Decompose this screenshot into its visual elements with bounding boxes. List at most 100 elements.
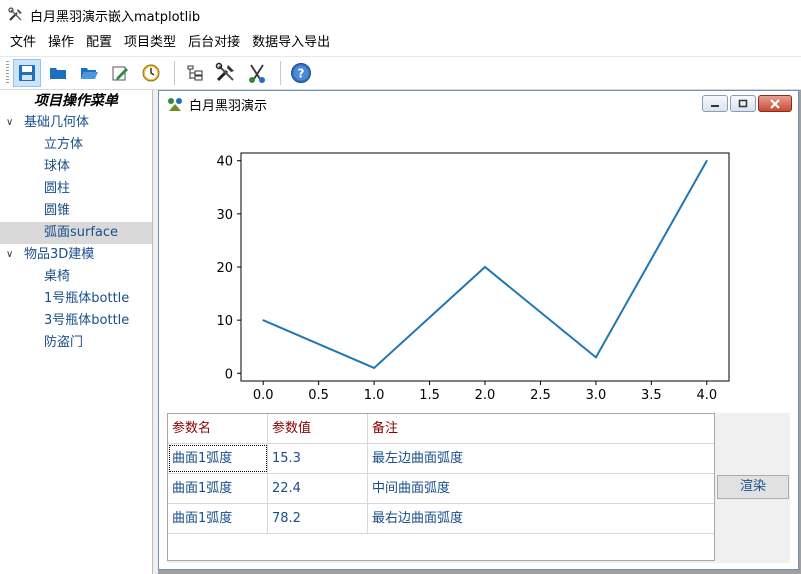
close-button[interactable] [758, 95, 792, 112]
new-folder-button[interactable] [44, 59, 72, 87]
table-cell-note[interactable]: 最右边曲面弧度 [368, 504, 714, 533]
cut-button[interactable] [243, 59, 271, 87]
project-menu-panel: 项目操作菜单 ∨ 基础几何体 立方体 球体 圆柱 圆锥 弧面surface ∨ … [0, 90, 153, 574]
table-cell-name[interactable]: 曲面1弧度 [168, 444, 268, 473]
close-icon [770, 98, 780, 109]
table-cell-value[interactable]: 15.3 [268, 444, 368, 473]
table-cell-name[interactable]: 曲面1弧度 [168, 474, 268, 503]
render-button[interactable]: 渲染 [717, 475, 789, 499]
subwindow-title: 白月黑羽演示 [189, 98, 268, 114]
data-point [262, 319, 264, 321]
toolbar-separator [174, 61, 175, 85]
tree-item-cylinder[interactable]: 圆柱 [0, 178, 152, 200]
menu-backend[interactable]: 后台对接 [182, 32, 246, 54]
window-controls [700, 95, 792, 112]
column-header-name[interactable]: 参数名 [168, 414, 268, 443]
tree-group-basic-geometry[interactable]: ∨ 基础几何体 [0, 112, 152, 134]
app-title: 白月黑羽演示嵌入matplotlib [30, 9, 201, 25]
toolbar-separator [280, 61, 281, 85]
x-tick-label: 1.0 [364, 388, 385, 403]
y-tick-label: 20 [216, 261, 233, 276]
table-cell-value[interactable]: 78.2 [268, 504, 368, 533]
chevron-down-icon[interactable]: ∨ [6, 244, 13, 266]
x-tick-label: 0.5 [308, 388, 329, 403]
toolbar-grip[interactable] [6, 61, 9, 85]
tree-item-cube[interactable]: 立方体 [0, 134, 152, 156]
tools-button[interactable] [212, 59, 240, 87]
data-point [706, 159, 708, 162]
edit-button[interactable] [106, 59, 134, 87]
restore-button[interactable] [730, 95, 756, 112]
svg-text:?: ? [298, 67, 305, 81]
table-cell-name[interactable]: 曲面1弧度 [168, 504, 268, 533]
table-row: 曲面1弧度 22.4 中间曲面弧度 [168, 474, 714, 504]
tree-item-table-chair[interactable]: 桌椅 [0, 266, 152, 288]
x-tick-label: 2.0 [475, 388, 496, 403]
clock-icon [142, 64, 160, 82]
tools-icon [8, 7, 22, 21]
project-menu-header: 项目操作菜单 [34, 93, 118, 109]
column-header-note[interactable]: 备注 [368, 414, 714, 443]
column-header-value[interactable]: 参数值 [268, 414, 368, 443]
y-tick-label: 0 [225, 367, 233, 382]
menu-config[interactable]: 配置 [80, 32, 118, 54]
edit-icon [112, 66, 128, 81]
tools-icon [215, 62, 234, 82]
tree-item-cone[interactable]: 圆锥 [0, 200, 152, 222]
table-cell-value[interactable]: 22.4 [268, 474, 368, 503]
x-tick-label: 4.0 [696, 388, 717, 403]
chevron-down-icon[interactable]: ∨ [6, 112, 13, 134]
mdi-area: 白月黑羽演示 0.0 0.5 1.0 1.5 2.0 2.5 3.0 3.5 4.0 0 10 20 3… [158, 90, 801, 574]
folder-icon [50, 68, 66, 79]
tree-icon [187, 65, 203, 81]
menu-bar: 文件 操作 配置 项目类型 后台对接 数据导入导出 [0, 30, 801, 56]
save-icon [19, 65, 35, 81]
y-tick-label: 30 [216, 208, 233, 223]
data-point [595, 356, 597, 359]
open-folder-button[interactable] [75, 59, 103, 87]
scissors-icon [249, 64, 265, 83]
tree-button[interactable] [181, 59, 209, 87]
table-row: 曲面1弧度 15.3 最左边曲面弧度 [168, 444, 714, 474]
menu-project-type[interactable]: 项目类型 [118, 32, 182, 54]
matplotlib-canvas[interactable]: 0.0 0.5 1.0 1.5 2.0 2.5 3.0 3.5 4.0 0 10 20 30 40 [167, 117, 790, 413]
help-button[interactable]: ? [287, 59, 315, 87]
menu-file[interactable]: 文件 [4, 32, 42, 54]
menu-operate[interactable]: 操作 [42, 32, 80, 54]
table-cell-note[interactable]: 中间曲面弧度 [368, 474, 714, 503]
tree-item-security-door[interactable]: 防盗门 [0, 332, 152, 354]
tree-group-3d-modeling[interactable]: ∨ 物品3D建模 [0, 244, 152, 266]
app-logo-icon [168, 98, 182, 111]
y-tick-label: 10 [216, 314, 233, 329]
menu-data-io[interactable]: 数据导入导出 [246, 32, 336, 54]
line-chart: 0.0 0.5 1.0 1.5 2.0 2.5 3.0 3.5 4.0 0 10 20 30 40 [216, 152, 730, 403]
minimize-button[interactable] [702, 95, 728, 112]
parameter-panel: 参数名 参数值 备注 曲面1弧度 15.3 最左边曲面弧度 曲面1弧度 22.4… [167, 413, 790, 563]
history-button[interactable] [137, 59, 165, 87]
open-folder-icon [81, 68, 98, 79]
save-button[interactable] [13, 59, 41, 87]
parameter-table: 参数名 参数值 备注 曲面1弧度 15.3 最左边曲面弧度 曲面1弧度 22.4… [167, 413, 715, 561]
table-header-row: 参数名 参数值 备注 [168, 414, 714, 444]
restore-icon [738, 99, 748, 108]
minimize-icon [711, 104, 719, 107]
y-tick-label: 40 [216, 155, 233, 170]
tree-group-label: 物品3D建模 [24, 247, 95, 262]
table-row: 曲面1弧度 78.2 最右边曲面弧度 [168, 504, 714, 534]
demo-subwindow: 白月黑羽演示 0.0 0.5 1.0 1.5 2.0 2.5 3.0 3.5 4.0 0 10 20 3… [158, 90, 799, 570]
tree-item-surface[interactable]: 弧面surface [0, 222, 152, 244]
app-titlebar: 白月黑羽演示嵌入matplotlib [0, 0, 801, 30]
tree-group-label: 基础几何体 [24, 115, 90, 130]
x-tick-label: 2.5 [530, 388, 551, 403]
data-point [484, 266, 486, 268]
x-tick-label: 1.5 [419, 388, 440, 403]
tree-item-bottle-1[interactable]: 1号瓶体bottle [0, 288, 152, 310]
x-tick-label: 3.0 [586, 388, 607, 403]
data-point [373, 367, 375, 369]
tree-item-sphere[interactable]: 球体 [0, 156, 152, 178]
table-cell-note[interactable]: 最左边曲面弧度 [368, 444, 714, 473]
toolbar: ? [0, 56, 801, 90]
x-tick-label: 0.0 [253, 388, 274, 403]
tree-item-bottle-3[interactable]: 3号瓶体bottle [0, 310, 152, 332]
help-icon: ? [291, 63, 311, 83]
